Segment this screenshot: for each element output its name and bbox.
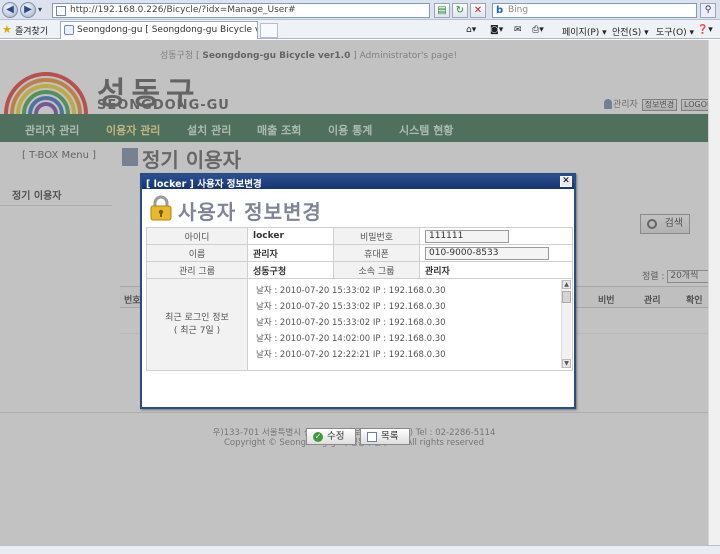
list-item: 날자 : 2010-07-20 15:33:02 IP : 192.168.0.… bbox=[256, 318, 446, 328]
tools-menu[interactable]: 도구(O) ▾ bbox=[656, 25, 694, 38]
check-icon: ✓ bbox=[313, 432, 323, 442]
phone-cell: 010-9000-8533 bbox=[419, 244, 573, 262]
phone-field[interactable]: 010-9000-8533 bbox=[425, 246, 549, 260]
password-cell: 111111 bbox=[419, 227, 573, 245]
new-tab-button[interactable] bbox=[260, 23, 278, 38]
favorites-star-icon[interactable]: ★ bbox=[2, 23, 12, 36]
affiliation-value: 관리자 bbox=[419, 261, 573, 279]
search-placeholder: Bing bbox=[508, 5, 529, 15]
name-value: 관리자 bbox=[247, 244, 334, 262]
table-row: 관리 그룹 성동구청 소속 그룹 관리자 bbox=[146, 261, 573, 279]
login-info-subtitle: ( 최근 7일 ) bbox=[173, 325, 221, 336]
login-info-title: 최근 로그인 정보 bbox=[165, 312, 229, 323]
page-icon bbox=[56, 6, 66, 16]
table-row: 이름 관리자 휴대폰 010-9000-8533 bbox=[146, 244, 573, 262]
tab-row: ★ 즐겨찾기 Seongdong-gu [ Seongdong-gu Bicyc… bbox=[0, 20, 720, 39]
affiliation-label: 소속 그룹 bbox=[333, 261, 420, 279]
address-bar[interactable]: http://192.168.0.226/Bicycle/?idx=Manage… bbox=[52, 3, 430, 18]
id-label: 아이디 bbox=[146, 227, 248, 245]
login-history-list[interactable]: 날자 : 2010-07-20 15:33:02 IP : 192.168.0.… bbox=[249, 280, 572, 370]
forward-icon[interactable]: ▶ bbox=[20, 2, 36, 18]
print-icon[interactable]: ⎙▾ bbox=[532, 25, 544, 35]
name-label: 이름 bbox=[146, 244, 248, 262]
login-history-cell: 날자 : 2010-07-20 15:33:02 IP : 192.168.0.… bbox=[247, 278, 573, 371]
edit-button[interactable]: ✓ 수정 bbox=[306, 428, 356, 445]
feeds-icon[interactable]: ◙▾ bbox=[490, 25, 503, 35]
list-item: 날자 : 2010-07-20 12:22:21 IP : 192.168.0.… bbox=[256, 350, 446, 360]
search-go-icon[interactable]: ⚲ bbox=[700, 3, 716, 18]
mail-icon[interactable]: ✉ bbox=[514, 25, 522, 35]
bing-icon: b bbox=[496, 5, 504, 16]
password-label: 비밀번호 bbox=[333, 227, 420, 245]
help-menu[interactable]: ❓▾ bbox=[697, 25, 713, 35]
scroll-up-icon[interactable]: ▲ bbox=[562, 280, 571, 289]
home-icon[interactable]: ⌂▾ bbox=[466, 25, 476, 35]
page-menu[interactable]: 페이지(P) ▾ bbox=[562, 25, 607, 38]
list-button-label: 목록 bbox=[381, 431, 399, 442]
dialog-titlebar[interactable]: [ locker ] 사용자 정보변경 ✕ bbox=[142, 175, 574, 190]
browser-toolbar: ◀ ▶ ▾ http://192.168.0.226/Bicycle/?idx=… bbox=[0, 0, 720, 20]
browser-tab[interactable]: Seongdong-gu [ Seongdong-gu Bicycle ver1… bbox=[60, 21, 258, 39]
list-item: 날자 : 2010-07-20 14:02:00 IP : 192.168.0.… bbox=[256, 334, 446, 344]
compatibility-icon[interactable]: ▤ bbox=[434, 3, 450, 18]
id-value: locker bbox=[247, 227, 334, 245]
table-row: 최근 로그인 정보 ( 최근 7일 ) 날자 : 2010-07-20 15:3… bbox=[146, 278, 573, 371]
group-label: 관리 그룹 bbox=[146, 261, 248, 279]
login-history-scrollbar[interactable]: ▲ ▼ bbox=[561, 280, 571, 368]
history-dropdown-icon[interactable]: ▾ bbox=[38, 5, 42, 14]
tab-page-icon bbox=[64, 25, 74, 35]
tab-title: Seongdong-gu [ Seongdong-gu Bicycle ver1… bbox=[77, 25, 257, 35]
list-item: 날자 : 2010-07-20 15:33:02 IP : 192.168.0.… bbox=[256, 302, 446, 312]
stop-icon[interactable]: ✕ bbox=[470, 3, 486, 18]
user-edit-dialog: [ locker ] 사용자 정보변경 ✕ 사용자 정보변경 아이디 locke… bbox=[140, 173, 576, 445]
search-input[interactable]: b Bing bbox=[492, 3, 697, 18]
list-item: 날자 : 2010-07-20 15:33:02 IP : 192.168.0.… bbox=[256, 286, 446, 296]
status-bar bbox=[0, 545, 720, 554]
close-icon[interactable]: ✕ bbox=[560, 176, 572, 187]
scroll-thumb[interactable] bbox=[562, 291, 571, 303]
list-button[interactable]: 목록 bbox=[360, 428, 410, 445]
page-scrollbar[interactable] bbox=[708, 40, 720, 545]
safety-menu[interactable]: 안전(S) ▾ bbox=[612, 25, 649, 38]
page-viewport: 성동구청 [ Seongdong-gu Bicycle ver1.0 ] Adm… bbox=[0, 40, 708, 545]
favorites-label[interactable]: 즐겨찾기 bbox=[15, 24, 48, 37]
lock-icon bbox=[150, 195, 172, 221]
password-field[interactable]: 111111 bbox=[425, 229, 509, 243]
url-text: http://192.168.0.226/Bicycle/?idx=Manage… bbox=[70, 5, 296, 15]
scroll-down-icon[interactable]: ▼ bbox=[562, 359, 571, 368]
phone-label: 휴대폰 bbox=[333, 244, 420, 262]
login-info-label: 최근 로그인 정보 ( 최근 7일 ) bbox=[146, 278, 248, 371]
table-row: 아이디 locker 비밀번호 111111 bbox=[146, 227, 573, 245]
refresh-icon[interactable]: ↻ bbox=[452, 3, 468, 18]
dialog-heading: 사용자 정보변경 bbox=[178, 200, 322, 224]
list-icon bbox=[367, 432, 377, 442]
group-value: 성동구청 bbox=[247, 261, 334, 279]
dialog-title: [ locker ] 사용자 정보변경 bbox=[146, 179, 262, 190]
user-info-table: 아이디 locker 비밀번호 111111 이름 관리자 휴대폰 010-90… bbox=[146, 227, 573, 371]
edit-button-label: 수정 bbox=[327, 431, 345, 442]
back-icon[interactable]: ◀ bbox=[2, 2, 18, 18]
